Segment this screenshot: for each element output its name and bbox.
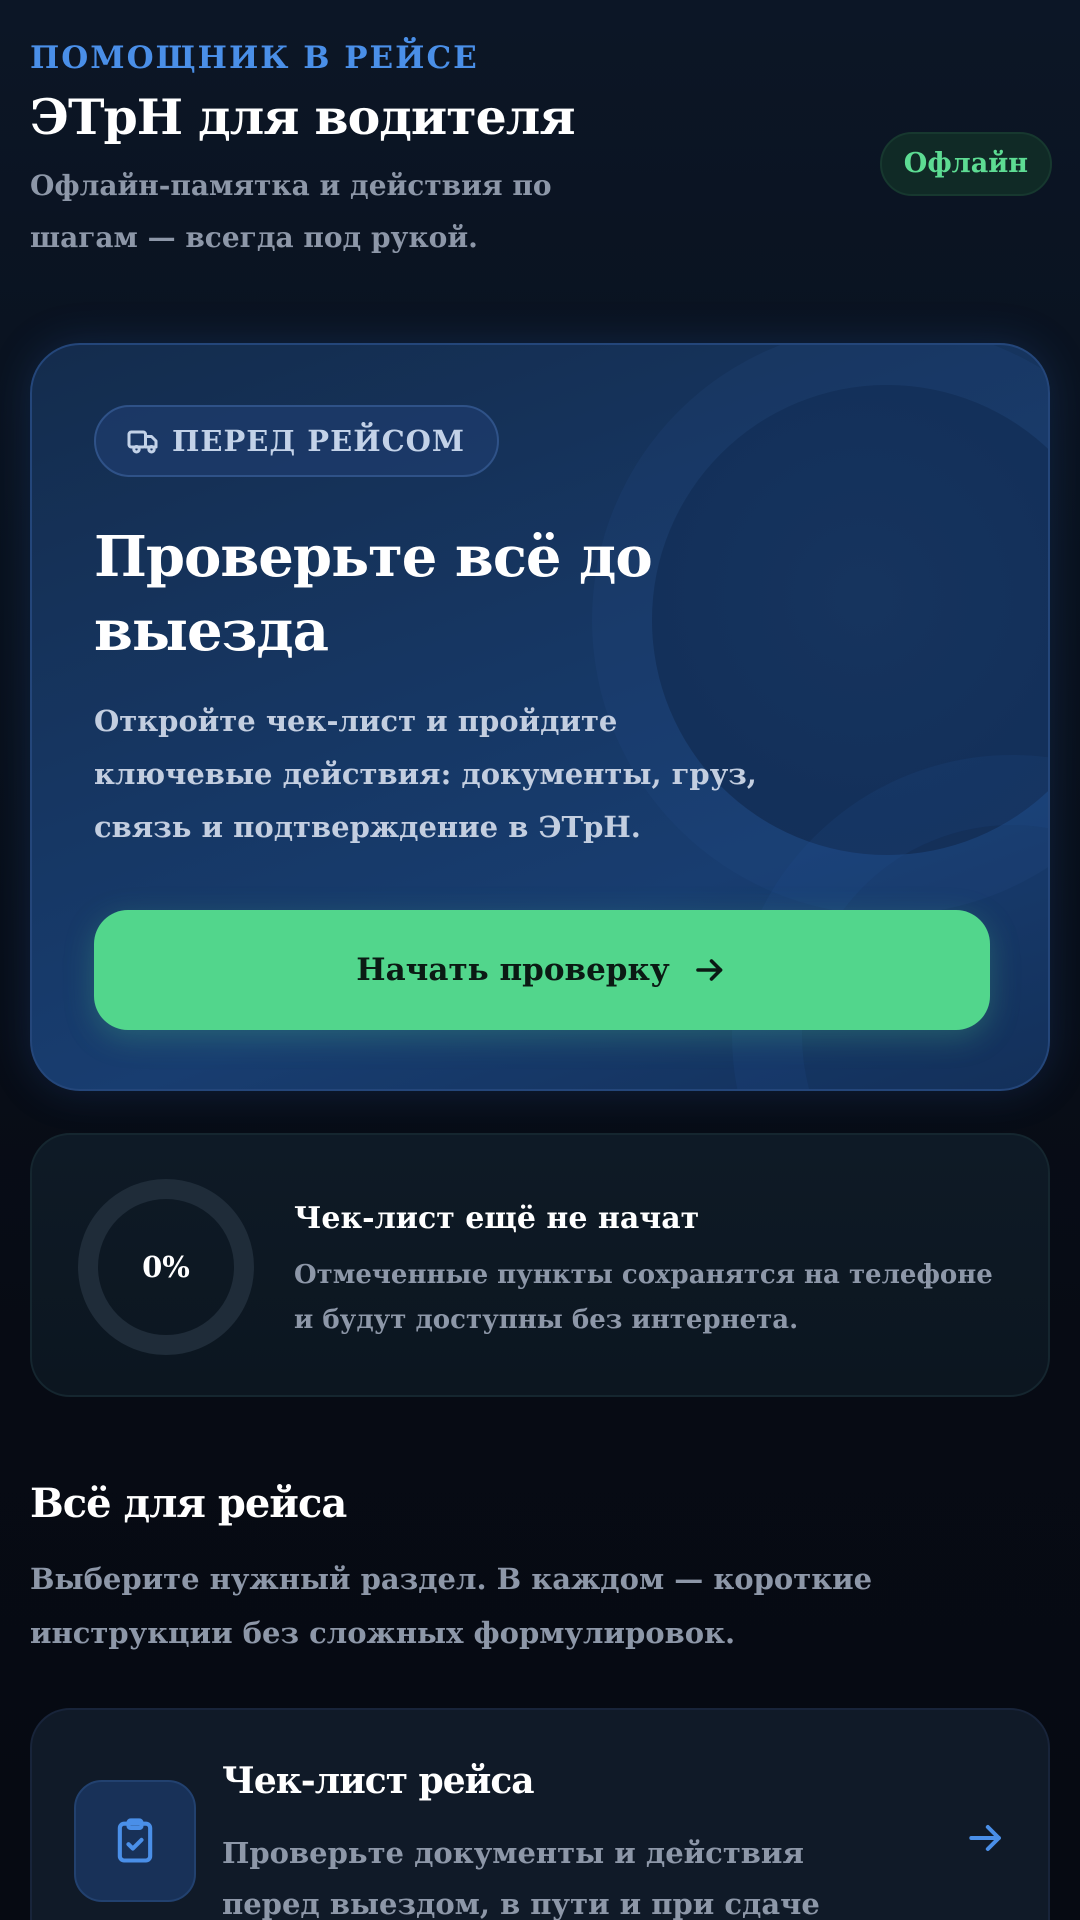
menu-item-text: Проверьте документы и действия перед вые… <box>222 1836 820 1920</box>
hero-pill-label: ПЕРЕД РЕЙСОМ <box>172 424 466 458</box>
menu-item-title: Чек-лист рейса <box>222 1760 535 1802</box>
menu-item-checklist[interactable]: Чек-лист рейса Проверьте документы и дей… <box>30 1708 1050 1920</box>
progress-text: Отмеченные пункты сохранятся на телефоне… <box>294 1260 993 1335</box>
truck-icon <box>127 430 158 454</box>
menu-icon-box <box>74 1780 196 1902</box>
progress-percent: 0% <box>142 1250 190 1284</box>
hero-pill: ПЕРЕД РЕЙСОМ <box>94 405 500 477</box>
section-text: Выберите нужный раздел. В каждом — корот… <box>30 1562 873 1650</box>
hero-card: ПЕРЕД РЕЙСОМ Проверьте всё до выезда Отк… <box>30 343 1050 1091</box>
section-title: Всё для рейса <box>30 1480 347 1527</box>
hero-text: Откройте чек-лист и пройдите ключевые де… <box>94 704 757 844</box>
arrow-right-icon[interactable] <box>964 1816 1008 1860</box>
app-screen: ПОМОЩНИК В РЕЙСЕ ЭТрН для водителя Офлай… <box>0 0 1080 1920</box>
start-check-button[interactable]: Начать проверку <box>94 910 990 1030</box>
checklist-progress-card[interactable]: 0% Чек-лист ещё не начат Отмеченные пунк… <box>30 1133 1050 1397</box>
clipboard-check-icon <box>117 1818 153 1863</box>
arrow-right-icon <box>695 959 723 981</box>
page-eyebrow: ПОМОЩНИК В РЕЙСЕ <box>30 40 479 76</box>
page-subtitle: Офлайн-памятка и действия по шагам — все… <box>30 169 552 254</box>
hero-title: Проверьте всё до выезда <box>94 524 653 664</box>
start-check-button-label: Начать проверку <box>356 952 670 988</box>
progress-title: Чек-лист ещё не начат <box>294 1201 700 1236</box>
offline-status-badge: Офлайн <box>879 132 1052 196</box>
